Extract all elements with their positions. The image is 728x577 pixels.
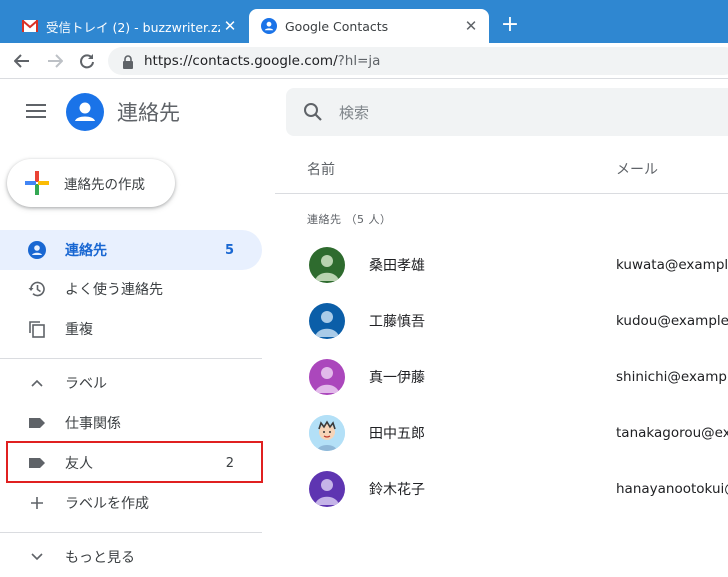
contacts-icon: [261, 18, 277, 34]
chevron-down-icon: [27, 547, 47, 567]
app-title: 連絡先: [117, 101, 180, 125]
avatar: [309, 471, 345, 507]
duplicate-icon: [27, 319, 47, 339]
column-header: 名前 メール: [275, 156, 728, 194]
lock-icon: [122, 54, 134, 69]
sidebar-item-label: 仕事関係: [65, 416, 121, 432]
back-arrow-icon[interactable]: [9, 48, 35, 74]
contact-email: tanakagorou@exa: [616, 425, 728, 441]
count-badge: 5: [224, 242, 234, 258]
gmail-icon: [22, 18, 38, 34]
section-title: 連絡先 （5 人）: [307, 213, 392, 226]
more-button[interactable]: もっと見る: [0, 537, 262, 577]
tab-google-contacts[interactable]: Google Contacts ✕: [249, 9, 489, 43]
divider: [0, 358, 262, 359]
column-email-header[interactable]: メール: [616, 159, 658, 179]
reload-icon[interactable]: [74, 48, 100, 74]
sidebar-item-label: 重複: [65, 322, 93, 338]
create-contact-label: 連絡先の作成: [64, 177, 145, 193]
person-icon: [27, 240, 47, 260]
table-row[interactable]: 桑田孝雄 kuwata@example: [275, 237, 728, 293]
history-icon: [27, 279, 47, 299]
contact-name: 鈴木花子: [369, 482, 425, 498]
table-row[interactable]: 田中五郎 tanakagorou@exa: [275, 405, 728, 461]
table-row[interactable]: 工藤慎吾 kudou@example.c: [275, 293, 728, 349]
table-row[interactable]: 鈴木花子 hanayanootokui@: [275, 461, 728, 517]
sidebar-item-label-work[interactable]: 仕事関係: [0, 403, 262, 443]
contact-email: hanayanootokui@: [616, 481, 728, 497]
more-text: もっと見る: [65, 550, 135, 566]
avatar: [309, 415, 345, 451]
search-input[interactable]: 検索: [286, 88, 728, 136]
address-bar[interactable]: https://contacts.google.com/?hl=ja: [108, 47, 728, 75]
url-main: https://contacts.google.com/: [144, 53, 338, 69]
labels-header-text: ラベル: [65, 376, 107, 392]
plus-icon: [27, 493, 47, 513]
chevron-up-icon: [27, 373, 47, 393]
sidebar-item-label: 連絡先: [65, 243, 107, 259]
sidebar-item-label: よく使う連絡先: [65, 282, 163, 298]
tab-title: Google Contacts: [285, 18, 389, 34]
contact-email: kuwata@example: [616, 257, 728, 273]
url-text: https://contacts.google.com/?hl=ja: [144, 53, 380, 69]
create-label-button[interactable]: ラベルを作成: [0, 483, 262, 523]
contact-email: shinichi@example: [616, 369, 728, 385]
new-tab-button[interactable]: +: [497, 12, 523, 38]
browser-toolbar: https://contacts.google.com/?hl=ja: [0, 43, 728, 79]
contact-name: 工藤慎吾: [369, 314, 425, 330]
column-name-header[interactable]: 名前: [307, 159, 335, 179]
browser-tabstrip: 受信トレイ (2) - buzzwriter.zz@gm ✕ Google Co…: [0, 0, 728, 43]
contact-name: 真一伊藤: [369, 370, 425, 386]
labels-header[interactable]: ラベル: [0, 363, 262, 403]
tab-gmail[interactable]: 受信トレイ (2) - buzzwriter.zz@gm ✕: [10, 9, 248, 43]
url-query: ?hl=ja: [337, 53, 381, 69]
close-icon[interactable]: ✕: [220, 17, 240, 35]
search-icon: [303, 102, 323, 122]
table-row[interactable]: 真一伊藤 shinichi@example: [275, 349, 728, 405]
tab-title: 受信トレイ (2) - buzzwriter.zz@gm: [46, 19, 220, 35]
sidebar-item-duplicates[interactable]: 重複: [0, 309, 262, 349]
sidebar: 連絡先 連絡先の作成 連絡先 5 よく使う連絡先 重複 ラベル 仕事関係 友人 …: [0, 80, 275, 574]
plus-icon: [24, 170, 50, 196]
create-label-text: ラベルを作成: [65, 496, 149, 512]
contact-name: 桑田孝雄: [369, 258, 425, 274]
avatar: [309, 359, 345, 395]
close-icon[interactable]: ✕: [461, 17, 481, 35]
avatar: [309, 247, 345, 283]
contact-email: kudou@example.c: [616, 313, 728, 329]
menu-icon[interactable]: [26, 104, 46, 120]
avatar: [309, 303, 345, 339]
sidebar-item-frequent[interactable]: よく使う連絡先: [0, 269, 262, 309]
create-contact-button[interactable]: 連絡先の作成: [7, 159, 175, 207]
forward-arrow-icon[interactable]: [42, 48, 68, 74]
highlight-box: [6, 441, 263, 483]
contact-name: 田中五郎: [369, 426, 425, 442]
label-icon: [27, 413, 47, 433]
search-placeholder: 検索: [339, 103, 370, 122]
main-content: 検索 名前 メール 連絡先 （5 人） 桑田孝雄 kuwata@example 工藤…: [275, 80, 728, 574]
contacts-logo-icon: [66, 93, 104, 131]
divider: [0, 532, 262, 533]
sidebar-item-contacts[interactable]: 連絡先 5: [0, 230, 262, 270]
